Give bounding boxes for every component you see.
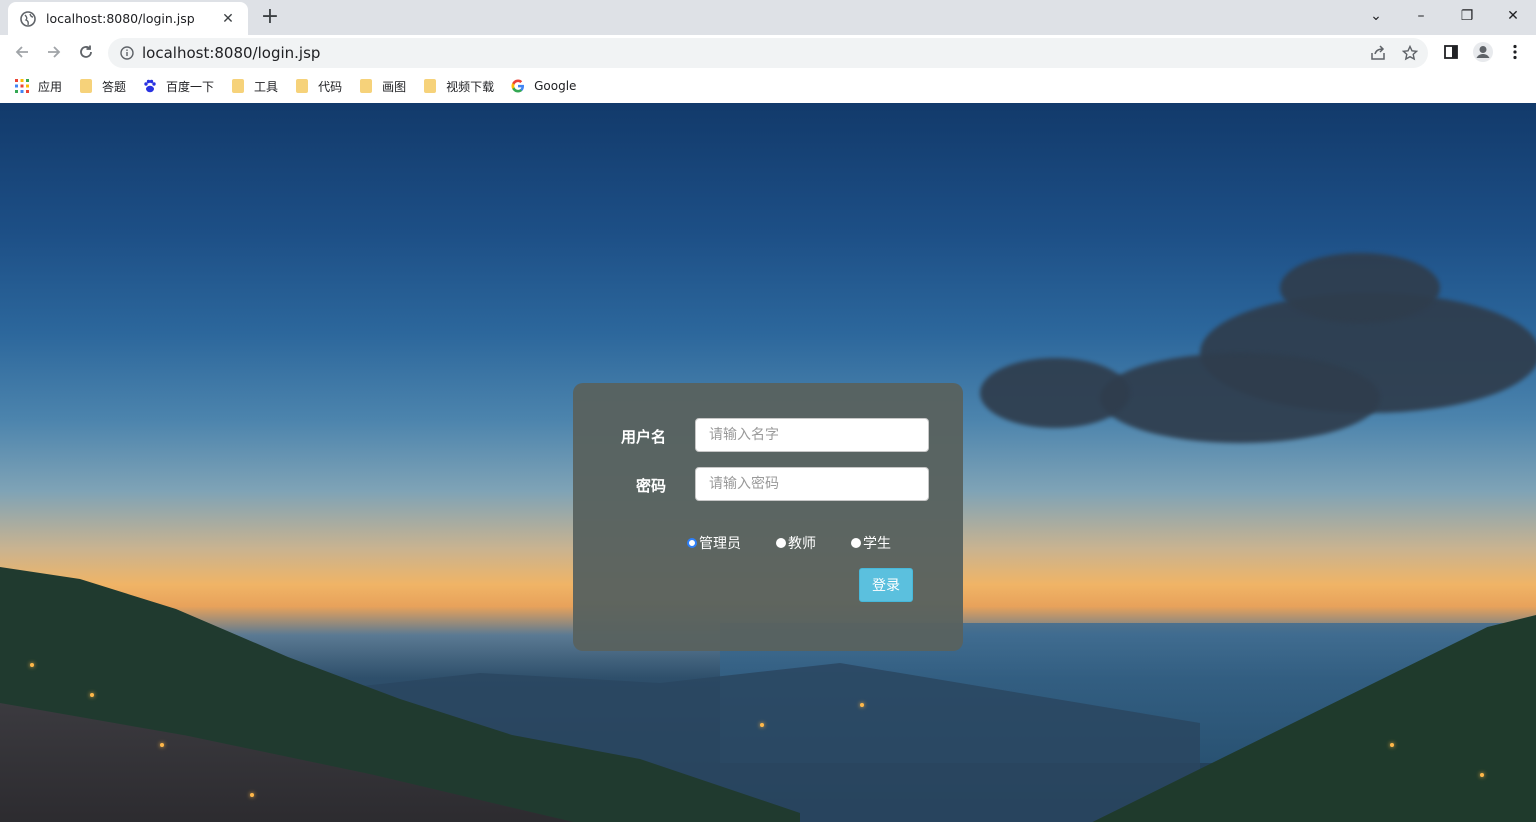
role-option-teacher[interactable]: 教师	[776, 533, 816, 553]
profile-avatar-icon[interactable]	[1472, 41, 1494, 63]
tab-strip: localhost:8080/login.jsp ✕ + ⌄ – ❐ ✕	[0, 0, 1536, 35]
browser-toolbar: localhost:8080/login.jsp	[0, 35, 1536, 69]
role-label: 学生	[863, 536, 891, 552]
bookmark-folder-shipin[interactable]: 视频下载	[422, 78, 494, 95]
bookmark-label: 代码	[318, 79, 343, 94]
folder-icon	[294, 78, 310, 94]
radio-unselected[interactable]	[776, 538, 786, 548]
new-tab-button[interactable]: +	[258, 6, 282, 30]
radio-selected[interactable]	[687, 538, 697, 548]
role-option-admin[interactable]: 管理员	[687, 533, 741, 553]
folder-icon	[422, 78, 438, 94]
bookmarks-bar: 应用 答题 百度一下 工具 代码 画图 视频下载 Google	[0, 69, 1536, 103]
forward-button[interactable]	[42, 40, 66, 64]
browser-tab[interactable]: localhost:8080/login.jsp ✕	[8, 2, 248, 35]
bookmark-label: 百度一下	[166, 79, 215, 94]
tab-close-icon[interactable]: ✕	[218, 11, 238, 27]
folder-icon	[230, 78, 246, 94]
bookmark-google[interactable]: Google	[510, 78, 576, 94]
role-label: 管理员	[699, 536, 741, 552]
address-bar[interactable]: localhost:8080/login.jsp	[108, 38, 1428, 68]
bookmark-label: 视频下载	[446, 79, 495, 94]
tab-title: localhost:8080/login.jsp	[46, 11, 195, 26]
town-light	[90, 693, 94, 697]
reload-button[interactable]	[74, 40, 98, 64]
role-label: 教师	[788, 536, 816, 552]
password-label: 密码	[635, 477, 666, 495]
town-light	[160, 743, 164, 747]
cloud-shape	[1100, 353, 1380, 443]
kebab-menu-icon[interactable]	[1504, 41, 1526, 63]
town-light	[250, 793, 254, 797]
globe-icon	[20, 10, 36, 27]
bookmark-folder-huatu[interactable]: 画图	[358, 78, 406, 95]
back-button[interactable]	[10, 40, 34, 64]
town-light	[30, 663, 34, 667]
side-panel-icon[interactable]	[1440, 41, 1462, 63]
town-light	[860, 703, 864, 707]
radio-unselected[interactable]	[851, 538, 861, 548]
arrow-left-icon	[15, 46, 28, 58]
bookmark-star-icon[interactable]	[1402, 45, 1418, 61]
login-panel: 用户名 密码 管理员 教师 学生 登录	[573, 383, 963, 651]
folder-icon	[358, 78, 374, 94]
page-viewport: 用户名 密码 管理员 教师 学生 登录	[0, 103, 1536, 822]
login-button[interactable]: 登录	[859, 568, 913, 602]
restore-button[interactable]: ❐	[1444, 0, 1490, 32]
bookmark-label: 画图	[382, 79, 407, 94]
baidu-paw-icon	[142, 78, 158, 94]
bookmark-folder-daima[interactable]: 代码	[294, 78, 342, 95]
minimize-button[interactable]: –	[1398, 0, 1444, 32]
cloud-shape	[980, 358, 1130, 428]
town-light	[1480, 773, 1484, 777]
tab-search-icon[interactable]: ⌄	[1353, 0, 1399, 32]
bookmark-folder-gongju[interactable]: 工具	[230, 78, 278, 95]
bookmark-label: 应用	[38, 79, 63, 94]
username-input[interactable]	[695, 418, 929, 452]
cloud-shape	[1280, 253, 1440, 323]
bookmark-folder-dati[interactable]: 答题	[78, 78, 126, 95]
bookmark-label: 工具	[254, 79, 279, 94]
google-g-icon	[510, 78, 526, 94]
close-window-button[interactable]: ✕	[1490, 0, 1536, 32]
town-light	[1390, 743, 1394, 747]
apps-grid-icon	[14, 78, 30, 94]
folder-icon	[78, 78, 94, 94]
reload-icon	[80, 45, 92, 58]
info-icon[interactable]	[120, 46, 134, 60]
bookmark-apps[interactable]: 应用	[14, 78, 62, 95]
password-input[interactable]	[695, 467, 929, 501]
bookmark-baidu[interactable]: 百度一下	[142, 78, 214, 95]
share-icon[interactable]	[1370, 45, 1386, 61]
bookmark-label: 答题	[102, 79, 127, 94]
arrow-right-icon	[48, 46, 61, 58]
bookmark-label: Google	[534, 79, 577, 93]
town-light	[760, 723, 764, 727]
role-option-student[interactable]: 学生	[851, 533, 891, 553]
username-label: 用户名	[620, 428, 666, 446]
address-text: localhost:8080/login.jsp	[142, 44, 321, 62]
